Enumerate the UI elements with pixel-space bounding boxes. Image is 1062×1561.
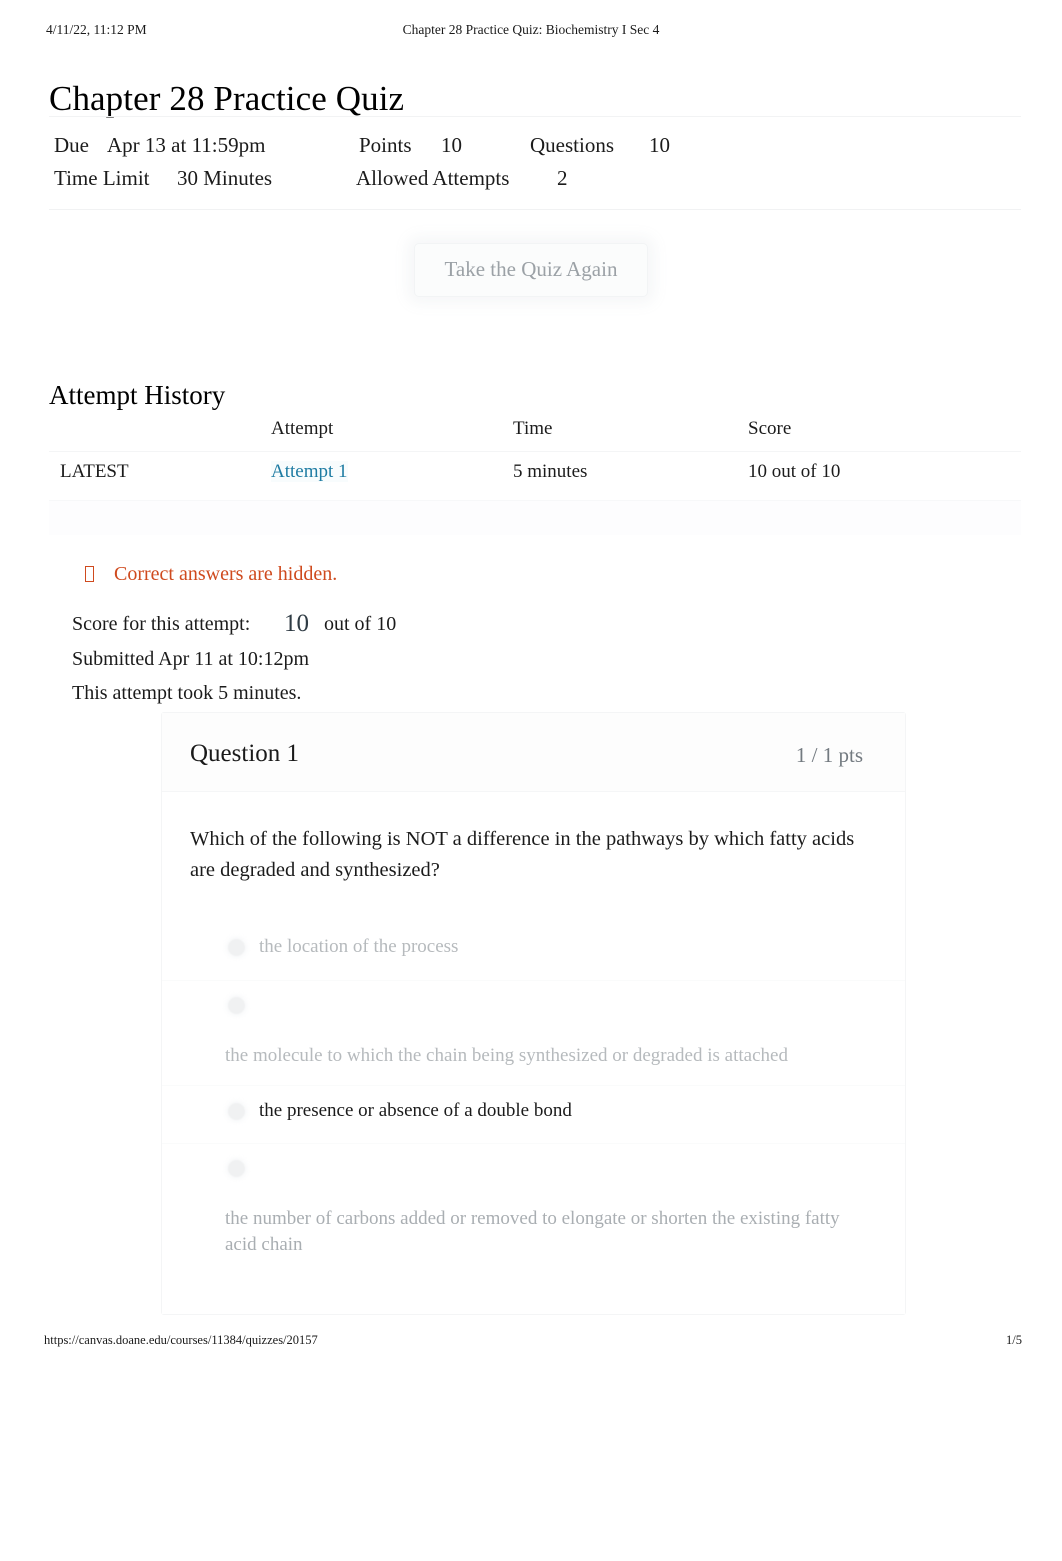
column-header-attempt: Attempt (271, 418, 334, 439)
take-quiz-again-container: Take the Quiz Again (0, 243, 1062, 297)
row-time-cell: 5 minutes (513, 461, 588, 482)
question-text: Which of the following is NOT a differen… (190, 828, 855, 881)
points-value: 10 (441, 133, 462, 157)
footer-page-number: 1/5 (1006, 1333, 1022, 1347)
quiz-metadata: Due Apr 13 at 11:59pm Points 10 Question… (49, 116, 1021, 210)
attempt-history-table: Attempt Time Score LATEST Attempt 1 5 mi… (49, 410, 1021, 535)
score-for-attempt-label: Score for this attempt: (72, 613, 251, 635)
row-latest-badge: LATEST (60, 461, 129, 482)
print-document-title: Chapter 28 Practice Quiz: Biochemistry I… (402, 22, 660, 37)
take-quiz-again-button[interactable]: Take the Quiz Again (413, 243, 649, 297)
allowed-attempts-label: Allowed Attempts (356, 166, 510, 190)
answer-option-label: the location of the process (259, 936, 459, 957)
answer-option[interactable]: the molecule to which the chain being sy… (162, 980, 905, 1085)
row-attempt-cell: Attempt 1 (271, 461, 348, 483)
attempt-1-link[interactable]: Attempt 1 (271, 461, 348, 482)
table-footer-spacer (49, 501, 1021, 535)
score-for-attempt-value: 10 (284, 610, 309, 637)
due-value: Apr 13 at 11:59pm (107, 133, 266, 157)
page-title: Chapter 28 Practice Quiz (49, 79, 405, 119)
time-limit-label: Time Limit (54, 166, 150, 190)
question-header: Question 1 1 / 1 pts (162, 713, 905, 792)
question-points: 1 / 1 pts (795, 743, 863, 767)
table-row: LATEST Attempt 1 5 minutes 10 out of 10 (49, 452, 1021, 501)
correct-answers-hidden-notice: Correct answers are hidden. (85, 560, 337, 588)
radio-button-icon[interactable] (228, 939, 245, 956)
submitted-line: Submitted Apr 11 at 10:12pm (72, 648, 310, 670)
answer-option[interactable]: the number of carbons added or removed t… (162, 1143, 905, 1274)
quiz-meta-row-1: Due Apr 13 at 11:59pm Points 10 Question… (49, 129, 1021, 162)
answer-option-label: the molecule to which the chain being sy… (225, 1045, 788, 1066)
questions-label: Questions (530, 133, 614, 157)
question-card: Question 1 1 / 1 pts Which of the follow… (161, 712, 906, 1315)
print-header: 4/11/22, 11:12 PM Chapter 28 Practice Qu… (0, 22, 1062, 42)
row-score-cell: 10 out of 10 (748, 461, 841, 482)
question-number: Question 1 (190, 740, 300, 767)
answer-list: the location of the process the molecule… (162, 922, 905, 1274)
warning-icon (85, 566, 94, 582)
time-limit-value: 30 Minutes (177, 166, 273, 190)
answer-option-label: the number of carbons added or removed t… (225, 1208, 840, 1255)
column-header-score: Score (748, 418, 792, 439)
attempt-history-heading: Attempt History (49, 380, 226, 411)
attempt-summary: Score for this attempt: 10 out of 10 Sub… (72, 607, 772, 709)
correct-answers-hidden-text: Correct answers are hidden. (114, 563, 338, 585)
table-header-row: Attempt Time Score (49, 410, 1021, 452)
score-for-attempt-line: Score for this attempt: 10 out of 10 (72, 607, 772, 642)
radio-button-icon[interactable] (228, 1160, 245, 1177)
quiz-meta-row-2: Time Limit 30 Minutes Allowed Attempts 2 (49, 162, 1021, 195)
answer-option[interactable]: the location of the process (162, 922, 905, 980)
score-for-attempt-outof: out of 10 (324, 613, 397, 635)
question-body-spacer (162, 1274, 905, 1314)
due-label: Due (54, 133, 89, 157)
question-body: Which of the following is NOT a differen… (162, 824, 905, 1314)
footer-url: https://canvas.doane.edu/courses/11384/q… (44, 1333, 318, 1347)
column-header-time: Time (513, 418, 553, 439)
allowed-attempts-value: 2 (557, 166, 568, 190)
questions-value: 10 (649, 133, 670, 157)
print-footer: https://canvas.doane.edu/courses/11384/q… (0, 1333, 1062, 1353)
answer-option[interactable]: the presence or absence of a double bond (162, 1085, 905, 1143)
answer-option-label: the presence or absence of a double bond (259, 1100, 572, 1121)
radio-button-icon[interactable] (228, 997, 245, 1014)
points-label: Points (359, 133, 412, 157)
radio-button-icon[interactable] (228, 1103, 245, 1120)
attempt-duration-line: This attempt took 5 minutes. (72, 682, 302, 704)
